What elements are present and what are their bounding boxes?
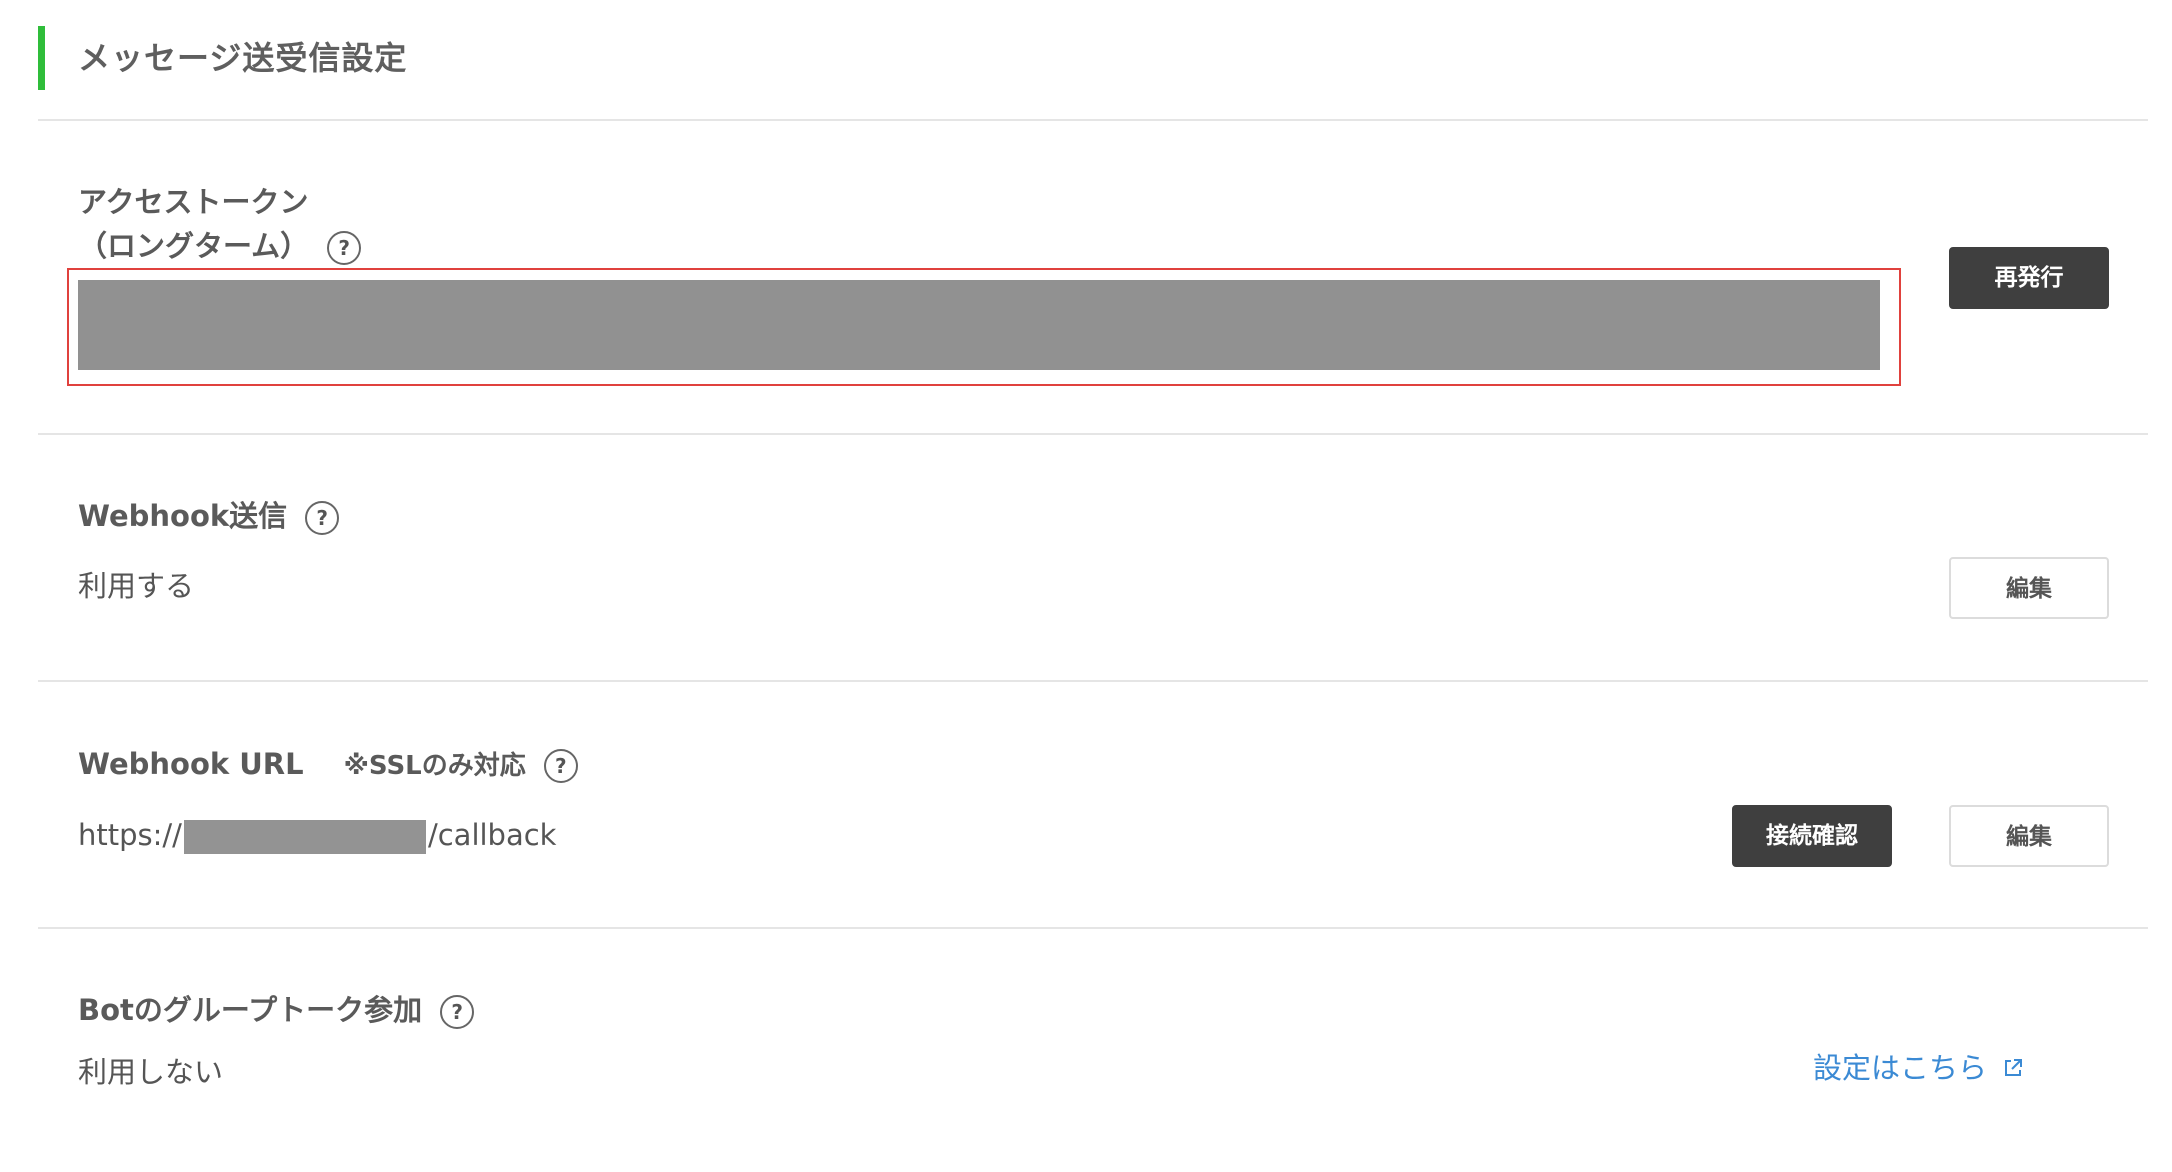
title-accent-bar (38, 26, 45, 90)
settings-link-text[interactable]: 設定はこちら (1813, 1051, 1987, 1085)
connection-check-button[interactable]: 接続確認 (1732, 805, 1892, 867)
reissue-button[interactable]: 再発行 (1949, 247, 2109, 309)
webhook-send-label: Webhook送信? (78, 494, 340, 538)
help-icon[interactable]: ? (440, 995, 475, 1029)
help-icon[interactable]: ? (305, 501, 340, 535)
webhook-url-label-text: Webhook URL (78, 747, 304, 781)
access-token-label-line2: （ロングターム）? (78, 224, 362, 268)
access-token-field[interactable] (78, 280, 1880, 370)
page-title: メッセージ送受信設定 (78, 39, 408, 77)
divider (38, 680, 2148, 682)
access-token-label-line2-text: （ロングターム） (78, 229, 310, 263)
divider (38, 927, 2148, 929)
webhook-send-label-text: Webhook送信 (78, 499, 288, 533)
masked-domain (183, 820, 426, 854)
message-settings-page: メッセージ送受信設定 アクセストークン （ロングターム）? 再発行 Webhoo… (0, 0, 2172, 1172)
webhook-url-edit-button[interactable]: 編集 (1949, 805, 2109, 867)
webhook-url-value: https:// /callback (78, 815, 556, 855)
external-link-icon (2001, 1050, 2025, 1090)
bot-group-label-text: Botのグループトーク参加 (78, 993, 423, 1027)
settings-link[interactable]: 設定はこちら (1813, 1048, 2025, 1090)
webhook-url-label: Webhook URL ※SSLのみ対応? (78, 742, 578, 788)
webhook-send-edit-button[interactable]: 編集 (1949, 557, 2109, 619)
access-token-label: アクセストークン （ロングターム）? (78, 180, 362, 268)
webhook-send-value: 利用する (78, 569, 195, 603)
webhook-url-prefix: https:// (78, 818, 182, 852)
bot-group-label: Botのグループトーク参加? (78, 988, 475, 1032)
webhook-url-ssl-note: ※SSLのみ対応 (343, 751, 526, 781)
access-token-label-line1: アクセストークン (78, 185, 309, 219)
help-icon[interactable]: ? (543, 749, 578, 783)
divider (38, 119, 2148, 121)
bot-group-value: 利用しない (78, 1055, 224, 1089)
help-icon[interactable]: ? (327, 231, 362, 265)
webhook-url-suffix: /callback (427, 818, 557, 852)
divider (38, 433, 2148, 435)
